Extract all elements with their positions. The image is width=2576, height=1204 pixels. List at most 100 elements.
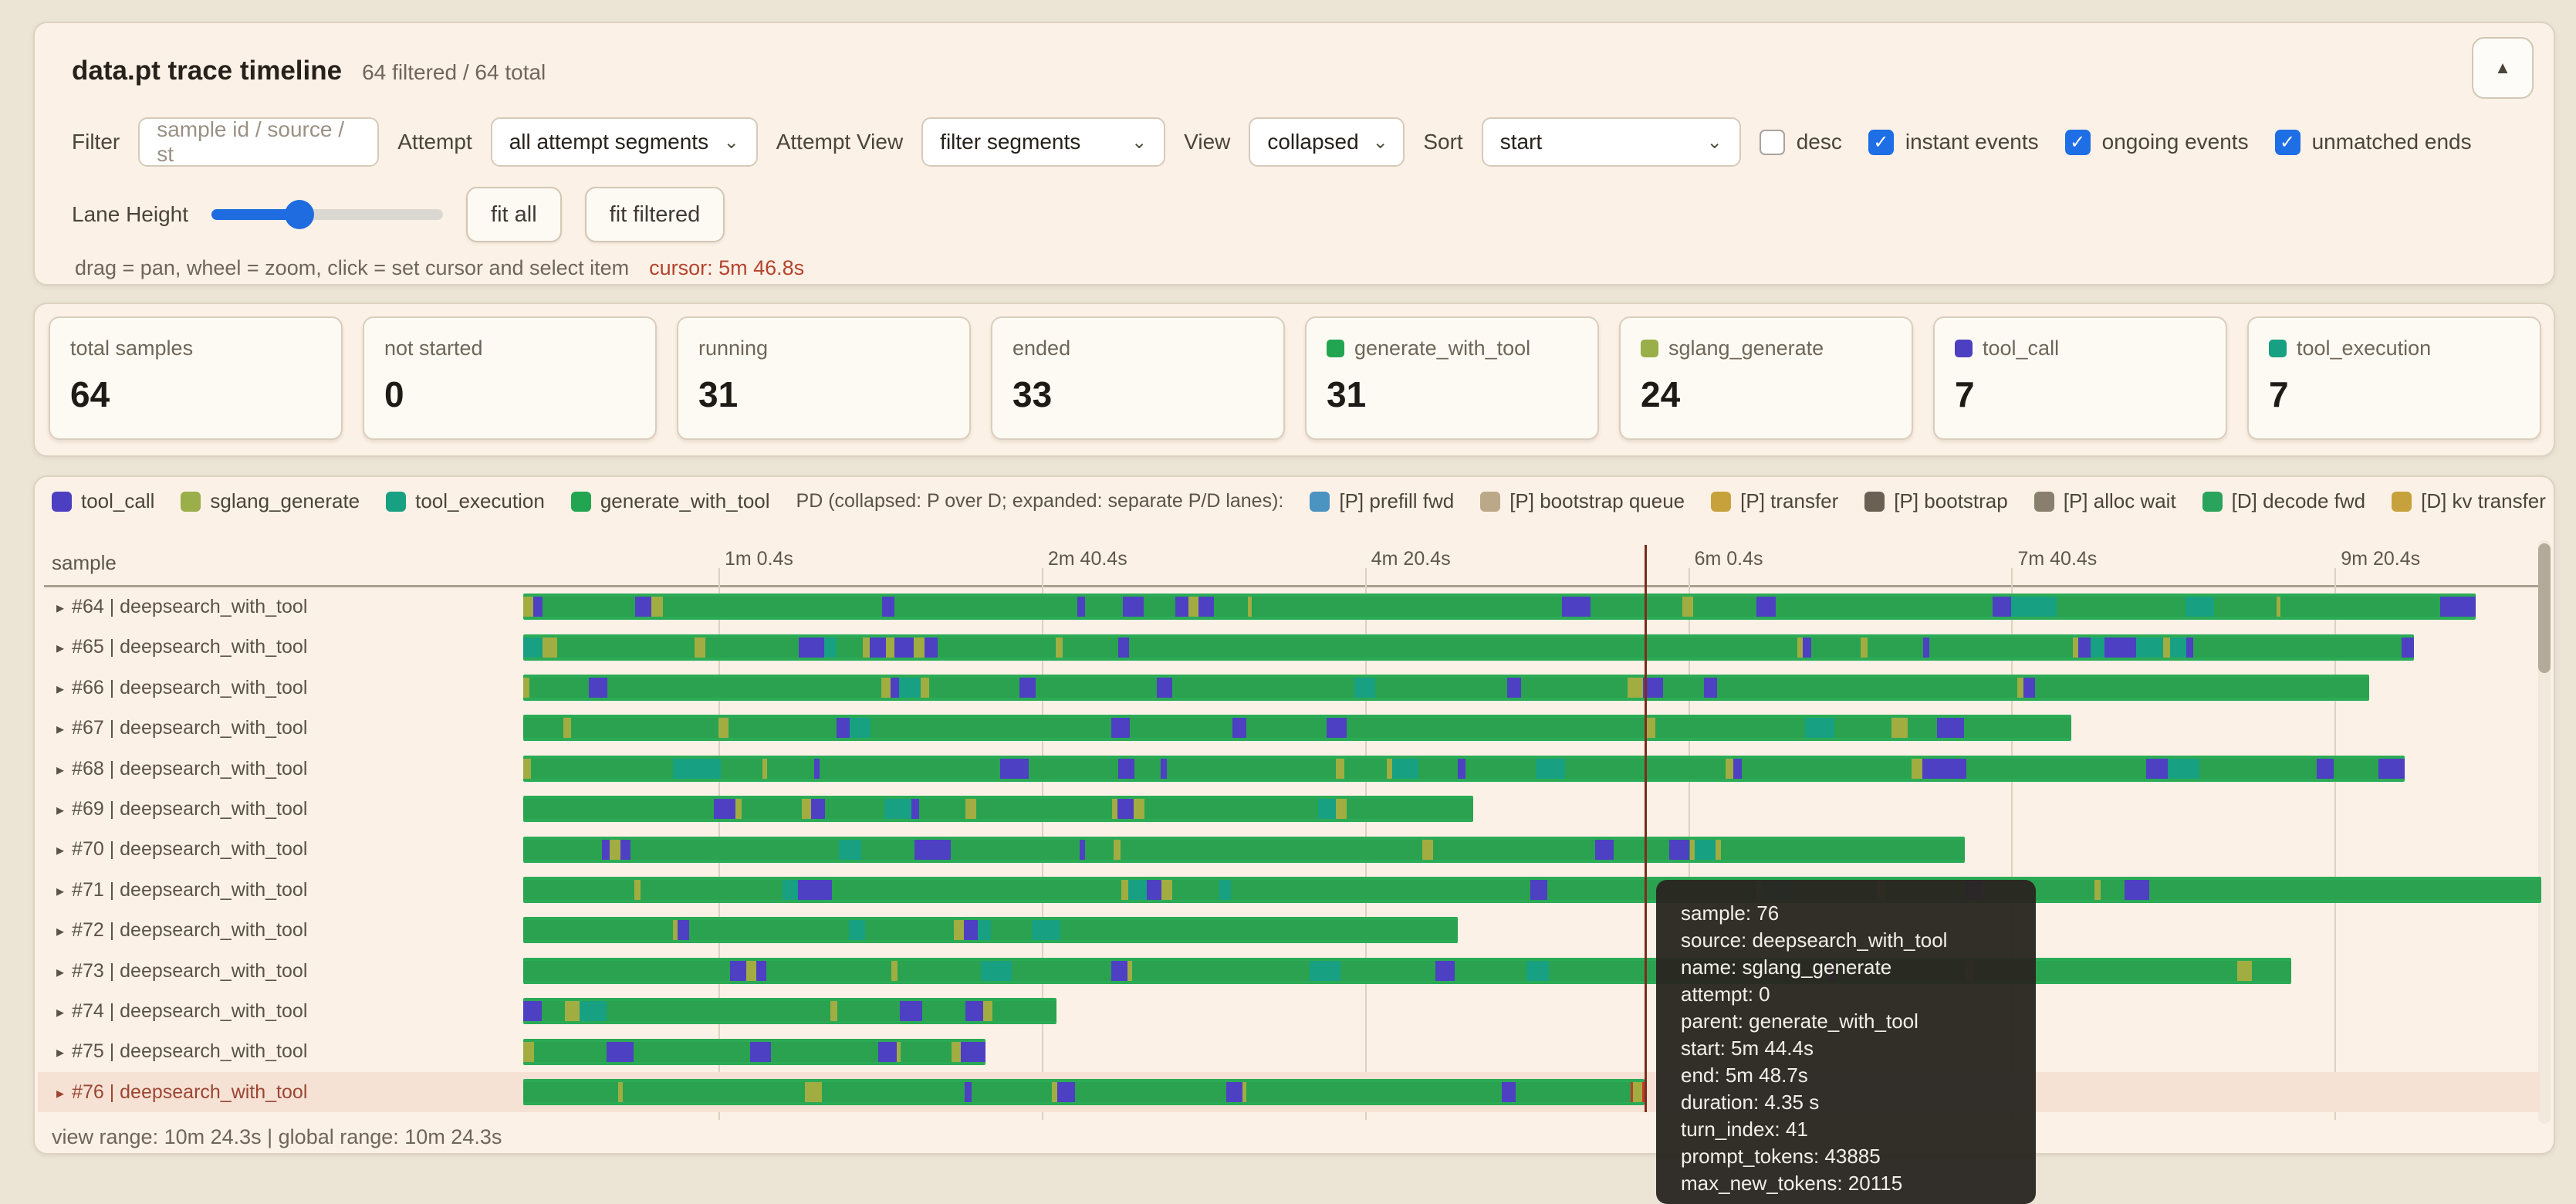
row-label[interactable]: ▸#64 | deepsearch_with_tool xyxy=(56,596,307,618)
lane-segment xyxy=(1378,718,1464,738)
lane-segment xyxy=(607,1001,658,1021)
trace-lane-bar[interactable] xyxy=(523,634,2414,661)
timeline-scrollbar-thumb[interactable] xyxy=(2538,543,2551,673)
view-select[interactable]: collapsed ⌄ xyxy=(1249,117,1405,167)
tooltip-line: source: deepsearch_with_tool xyxy=(1681,927,2011,954)
trace-lane-bar[interactable] xyxy=(523,715,2071,741)
checkbox-checked[interactable]: ✓ xyxy=(2065,130,2091,155)
expand-triangle-icon[interactable]: ▸ xyxy=(56,842,64,859)
expand-triangle-icon[interactable]: ▸ xyxy=(56,802,64,819)
lane-segment xyxy=(2044,880,2094,900)
stat-card-label: generate_with_tool xyxy=(1327,337,1530,360)
row-label[interactable]: ▸#66 | deepsearch_with_tool xyxy=(56,677,307,699)
attempt-select[interactable]: all attempt segments ⌄ xyxy=(491,117,758,167)
lane-segment xyxy=(919,799,965,819)
lane-segment xyxy=(1425,638,1491,658)
lane-segment xyxy=(602,840,610,860)
row-label[interactable]: ▸#74 | deepsearch_with_tool xyxy=(56,1000,307,1023)
collapse-panel-button[interactable]: ▲ xyxy=(2472,37,2534,99)
trace-lane-bar[interactable] xyxy=(523,877,2541,903)
lane-segment xyxy=(689,920,718,940)
attempt-view-select[interactable]: filter segments ⌄ xyxy=(921,117,1165,167)
lane-segment xyxy=(2198,597,2213,617)
lane-segment xyxy=(1132,961,1189,981)
lane-segment xyxy=(1128,880,1146,900)
lane-segment xyxy=(1198,920,1293,940)
filter-input[interactable]: sample id / source / st xyxy=(138,117,379,167)
row-label[interactable]: ▸#69 | deepsearch_with_tool xyxy=(56,798,307,820)
selected-segment[interactable] xyxy=(1631,1082,1645,1102)
expand-triangle-icon[interactable]: ▸ xyxy=(56,640,64,657)
lane-segment xyxy=(1776,597,1864,617)
checkbox-checked[interactable]: ✓ xyxy=(2275,130,2300,155)
lane-segment xyxy=(2101,880,2125,900)
lane-segment xyxy=(925,638,938,658)
trace-lane-bar[interactable] xyxy=(523,1079,1645,1105)
expand-triangle-icon[interactable]: ▸ xyxy=(56,762,64,779)
row-label[interactable]: ▸#70 | deepsearch_with_tool xyxy=(56,838,307,861)
expand-triangle-icon[interactable]: ▸ xyxy=(56,600,64,617)
lane-segment xyxy=(1484,880,1530,900)
lane-segment xyxy=(932,840,951,860)
lane-segment xyxy=(2529,880,2541,900)
trace-lane-bar[interactable] xyxy=(523,594,2476,620)
trace-lane-bar[interactable] xyxy=(523,1039,985,1065)
sort-select[interactable]: start ⌄ xyxy=(1482,117,1741,167)
lane-height-slider[interactable] xyxy=(211,200,443,229)
help-text: drag = pan, wheel = zoom, click = set cu… xyxy=(75,256,629,280)
expand-triangle-icon[interactable]: ▸ xyxy=(56,923,64,940)
expand-triangle-icon[interactable]: ▸ xyxy=(56,1044,64,1061)
expand-triangle-icon[interactable]: ▸ xyxy=(56,883,64,900)
expand-triangle-icon[interactable]: ▸ xyxy=(56,721,64,738)
lane-segment xyxy=(2199,759,2270,779)
lane-segment xyxy=(2125,880,2140,900)
trace-lane-bar[interactable] xyxy=(523,917,1458,943)
expand-triangle-icon[interactable]: ▸ xyxy=(56,964,64,981)
expand-triangle-icon[interactable]: ▸ xyxy=(56,1004,64,1021)
lane-segment xyxy=(911,799,920,819)
trace-lane-bar[interactable] xyxy=(523,796,1473,822)
attempt-view-label: Attempt View xyxy=(776,130,903,154)
tooltip-line: end: 5m 48.7s xyxy=(1681,1062,2011,1089)
lane-segment xyxy=(938,638,1022,658)
lane-segment xyxy=(991,920,1032,940)
checkbox-unchecked[interactable] xyxy=(1760,130,1785,155)
stat-card-value: 31 xyxy=(698,374,738,415)
expand-triangle-icon[interactable]: ▸ xyxy=(56,681,64,698)
stat-card-value: 7 xyxy=(1955,374,1975,415)
lane-segment xyxy=(1056,638,1063,658)
trace-lane-bar[interactable] xyxy=(523,998,1056,1024)
trace-lane-bar[interactable] xyxy=(523,837,1965,863)
row-label[interactable]: ▸#71 | deepsearch_with_tool xyxy=(56,879,307,901)
lane-segment xyxy=(589,678,607,698)
lane-segment xyxy=(2193,638,2278,658)
legend-item--D-decode-fwd: [D] decode fwd xyxy=(2202,489,2365,513)
row-label[interactable]: ▸#67 | deepsearch_with_tool xyxy=(56,717,307,739)
trace-lane-bar[interactable] xyxy=(523,675,2369,701)
checkbox-checked[interactable]: ✓ xyxy=(1868,130,1894,155)
row-label[interactable]: ▸#76 | deepsearch_with_tool xyxy=(56,1081,307,1104)
fit-all-button[interactable]: fit all xyxy=(466,187,562,242)
lane-segment xyxy=(1515,840,1595,860)
row-label[interactable]: ▸#73 | deepsearch_with_tool xyxy=(56,960,307,982)
row-label[interactable]: ▸#75 | deepsearch_with_tool xyxy=(56,1040,307,1063)
lane-segment xyxy=(884,799,899,819)
lane-segment xyxy=(1964,718,2039,738)
lane-segment xyxy=(715,840,749,860)
lane-segment xyxy=(1881,840,1912,860)
trace-lane-bar[interactable] xyxy=(523,756,2405,782)
row-label[interactable]: ▸#72 | deepsearch_with_tool xyxy=(56,919,307,942)
slider-thumb[interactable] xyxy=(285,200,314,229)
lane-segment xyxy=(1172,678,1249,698)
header-panel: data.pt trace timeline 64 filtered / 64 … xyxy=(33,22,2555,286)
lane-segment xyxy=(1123,597,1144,617)
lane-segment xyxy=(1690,840,1695,860)
expand-triangle-icon[interactable]: ▸ xyxy=(56,1085,64,1102)
lane-segment xyxy=(1356,597,1432,617)
fit-filtered-button[interactable]: fit filtered xyxy=(585,187,725,242)
row-label[interactable]: ▸#68 | deepsearch_with_tool xyxy=(56,758,307,780)
lane-segment xyxy=(870,638,886,658)
lane-segment xyxy=(659,1001,741,1021)
row-label[interactable]: ▸#65 | deepsearch_with_tool xyxy=(56,636,307,658)
lane-segment xyxy=(1049,920,1060,940)
